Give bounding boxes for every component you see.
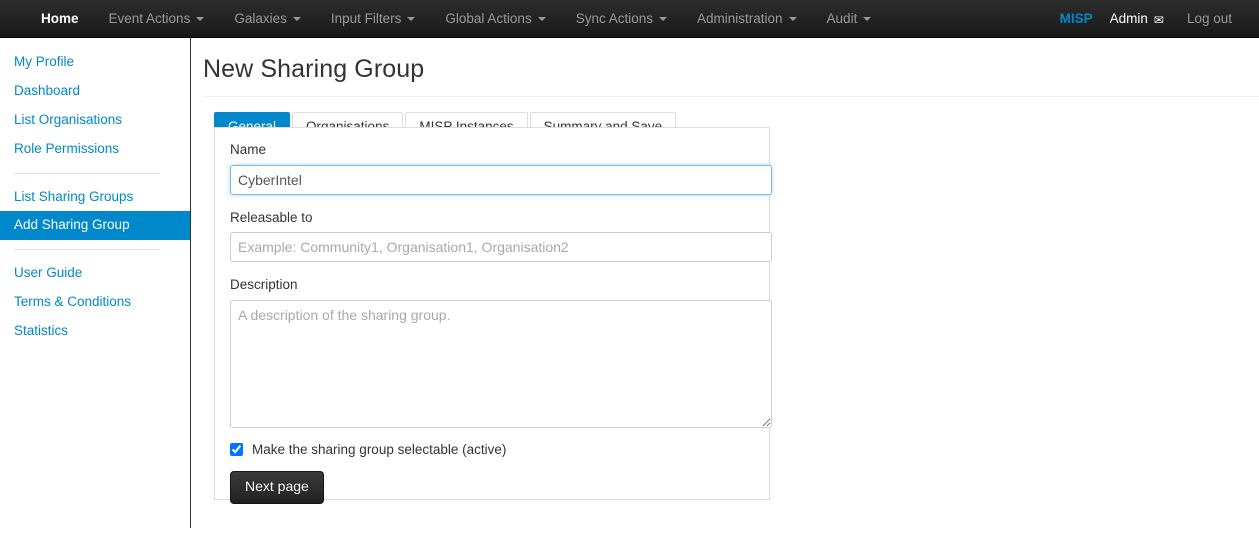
description-textarea[interactable] [230,299,772,428]
chevron-down-icon [537,16,546,21]
envelope-icon[interactable]: ✉ [1154,14,1164,26]
next-page-button[interactable]: Next page [230,471,324,504]
nav-item-input-filters[interactable]: Input Filters [316,0,431,37]
name-label: Name [230,142,267,157]
nav-item-home[interactable]: Home [26,0,94,37]
nav-item-audit[interactable]: Audit [812,0,887,37]
nav-item-label: Administration [697,10,783,26]
selectable-checkbox[interactable] [230,442,243,456]
nav-item-event-actions[interactable]: Event Actions [94,0,220,37]
sidebar-item-terms-conditions[interactable]: Terms & Conditions [0,288,190,317]
nav-item-label: Home [41,10,79,26]
sidebar-item-list-organisations[interactable]: List Organisations [0,106,190,135]
nav-item-sync-actions[interactable]: Sync Actions [561,0,682,37]
selectable-checkbox-label[interactable]: Make the sharing group selectable (activ… [252,441,506,459]
sidebar-item-dashboard[interactable]: Dashboard [0,77,190,106]
user-name-label: Admin [1109,11,1148,26]
sidebar-divider [14,249,160,251]
chevron-down-icon [407,16,416,21]
nav-item-label: Global Actions [445,10,532,26]
releasable-label: Releasable to [230,209,313,225]
sidebar-item-role-permissions[interactable]: Role Permissions [0,135,190,164]
chevron-down-icon [863,16,872,21]
name-input[interactable] [230,164,772,195]
sidebar: My Profile Dashboard List Organisations Rol… [0,38,191,528]
selectable-checkbox-row: Make the sharing group selectable (activ… [230,441,754,459]
navbar-user-menu: MISP Admin ✉ Log out [1051,0,1247,37]
nav-item-label: Sync Actions [575,10,653,26]
sidebar-item-my-profile[interactable]: My Profile [0,48,190,77]
sidebar-item-add-sharing-group[interactable]: Add Sharing Group [0,211,190,241]
nav-item-administration[interactable]: Administration [682,0,812,37]
title-divider [203,96,1259,97]
sidebar-item-user-guide[interactable]: User Guide [0,259,190,288]
page-title: New Sharing Group [203,55,425,83]
nav-item-label: Event Actions [108,10,191,26]
brand-misp-link[interactable]: MISP [1051,0,1102,37]
releasable-to-input[interactable] [230,232,772,263]
chevron-down-icon [292,16,301,21]
nav-item-label: Audit [826,10,858,26]
description-label: Description [230,277,298,293]
sharing-group-form-panel: Name Releasable to Description Make the … [214,127,772,504]
chevron-down-icon [788,16,797,21]
nav-item-galaxies[interactable]: Galaxies [219,0,316,37]
user-account-link[interactable]: Admin ✉ [1102,0,1172,37]
nav-item-label: Input Filters [330,10,402,26]
nav-item-global-actions[interactable]: Global Actions [430,0,560,37]
nav-item-label: Galaxies [234,10,287,26]
chevron-down-icon [196,16,205,21]
chevron-down-icon [659,16,667,21]
logout-link[interactable]: Log out [1172,0,1247,37]
navbar-primary-menu: Home Event Actions Galaxies Input Filters Gl… [26,0,886,37]
sidebar-divider [14,172,160,174]
brand-misp-label: MISP [1059,11,1093,26]
top-navbar: Home Event Actions Galaxies Input Filters Gl… [0,0,1259,38]
sidebar-item-statistics[interactable]: Statistics [0,317,190,346]
sidebar-item-list-sharing-groups[interactable]: List Sharing Groups [0,183,190,212]
